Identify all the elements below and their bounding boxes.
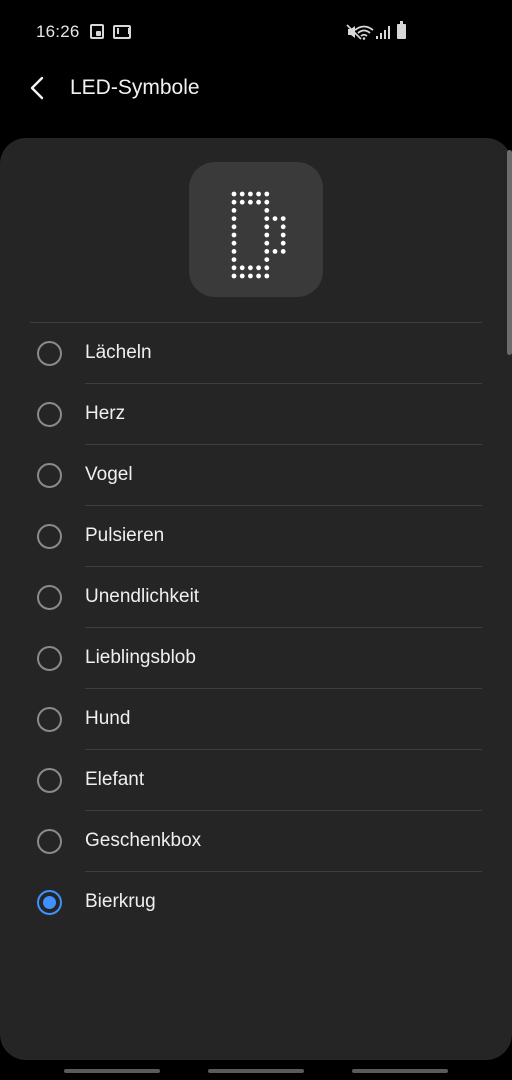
led-option-2[interactable]: Herz	[0, 384, 512, 445]
option-label: Vogel	[85, 464, 133, 485]
mail-icon	[113, 25, 131, 39]
battery-icon	[397, 21, 406, 39]
chevron-left-icon	[30, 76, 44, 100]
back-button[interactable]	[22, 72, 54, 104]
led-preview	[189, 162, 323, 297]
beer-mug-led-icon	[231, 191, 286, 279]
radio-button[interactable]	[37, 707, 62, 732]
option-label: Unendlichkeit	[85, 586, 200, 607]
app-header: LED-Symbole	[0, 64, 512, 114]
option-label: Geschenkbox	[85, 830, 202, 851]
page-title: LED-Symbole	[70, 76, 200, 99]
led-option-4[interactable]: Pulsieren	[0, 506, 512, 567]
status-bar: 16:26	[0, 0, 512, 64]
led-option-5[interactable]: Unendlichkeit	[0, 567, 512, 628]
led-option-9[interactable]: Geschenkbox	[0, 811, 512, 872]
settings-card: Lächeln Herz Vogel Pulsieren Unendlichkeit Li…	[0, 138, 512, 1060]
led-option-3[interactable]: Vogel	[0, 445, 512, 506]
radio-button[interactable]	[37, 402, 62, 427]
option-label: Elefant	[85, 769, 145, 790]
nav-recent-button[interactable]	[64, 1069, 160, 1073]
notification-icon	[90, 24, 104, 39]
radio-button[interactable]	[37, 646, 62, 671]
radio-button[interactable]	[37, 829, 62, 854]
radio-button[interactable]	[37, 768, 62, 793]
led-option-8[interactable]: Elefant	[0, 750, 512, 811]
nav-back-button[interactable]	[352, 1069, 448, 1073]
radio-button[interactable]	[37, 463, 62, 488]
status-time: 16:26	[36, 22, 80, 41]
radio-button[interactable]	[37, 524, 62, 549]
option-label: Pulsieren	[85, 525, 165, 546]
signal-icon	[376, 26, 390, 39]
wifi-icon	[354, 25, 374, 40]
radio-button[interactable]	[37, 890, 62, 915]
led-option-1[interactable]: Lächeln	[0, 323, 512, 384]
option-label: Lächeln	[85, 342, 152, 363]
led-symbol-list: Lächeln Herz Vogel Pulsieren Unendlichkeit Li…	[0, 323, 512, 933]
option-label: Lieblingsblob	[85, 647, 196, 668]
led-option-10[interactable]: Bierkrug	[0, 872, 512, 933]
navigation-bar	[0, 1060, 512, 1080]
option-label: Herz	[85, 403, 126, 424]
radio-button[interactable]	[37, 585, 62, 610]
screen: 16:26 LED-Symbole Lächeln Herz Vogel Pul…	[0, 0, 512, 1080]
scrollbar[interactable]	[507, 150, 512, 355]
option-label: Hund	[85, 708, 131, 729]
led-option-6[interactable]: Lieblingsblob	[0, 628, 512, 689]
led-option-7[interactable]: Hund	[0, 689, 512, 750]
option-label: Bierkrug	[85, 891, 156, 912]
radio-button[interactable]	[37, 341, 62, 366]
nav-home-button[interactable]	[208, 1069, 304, 1073]
